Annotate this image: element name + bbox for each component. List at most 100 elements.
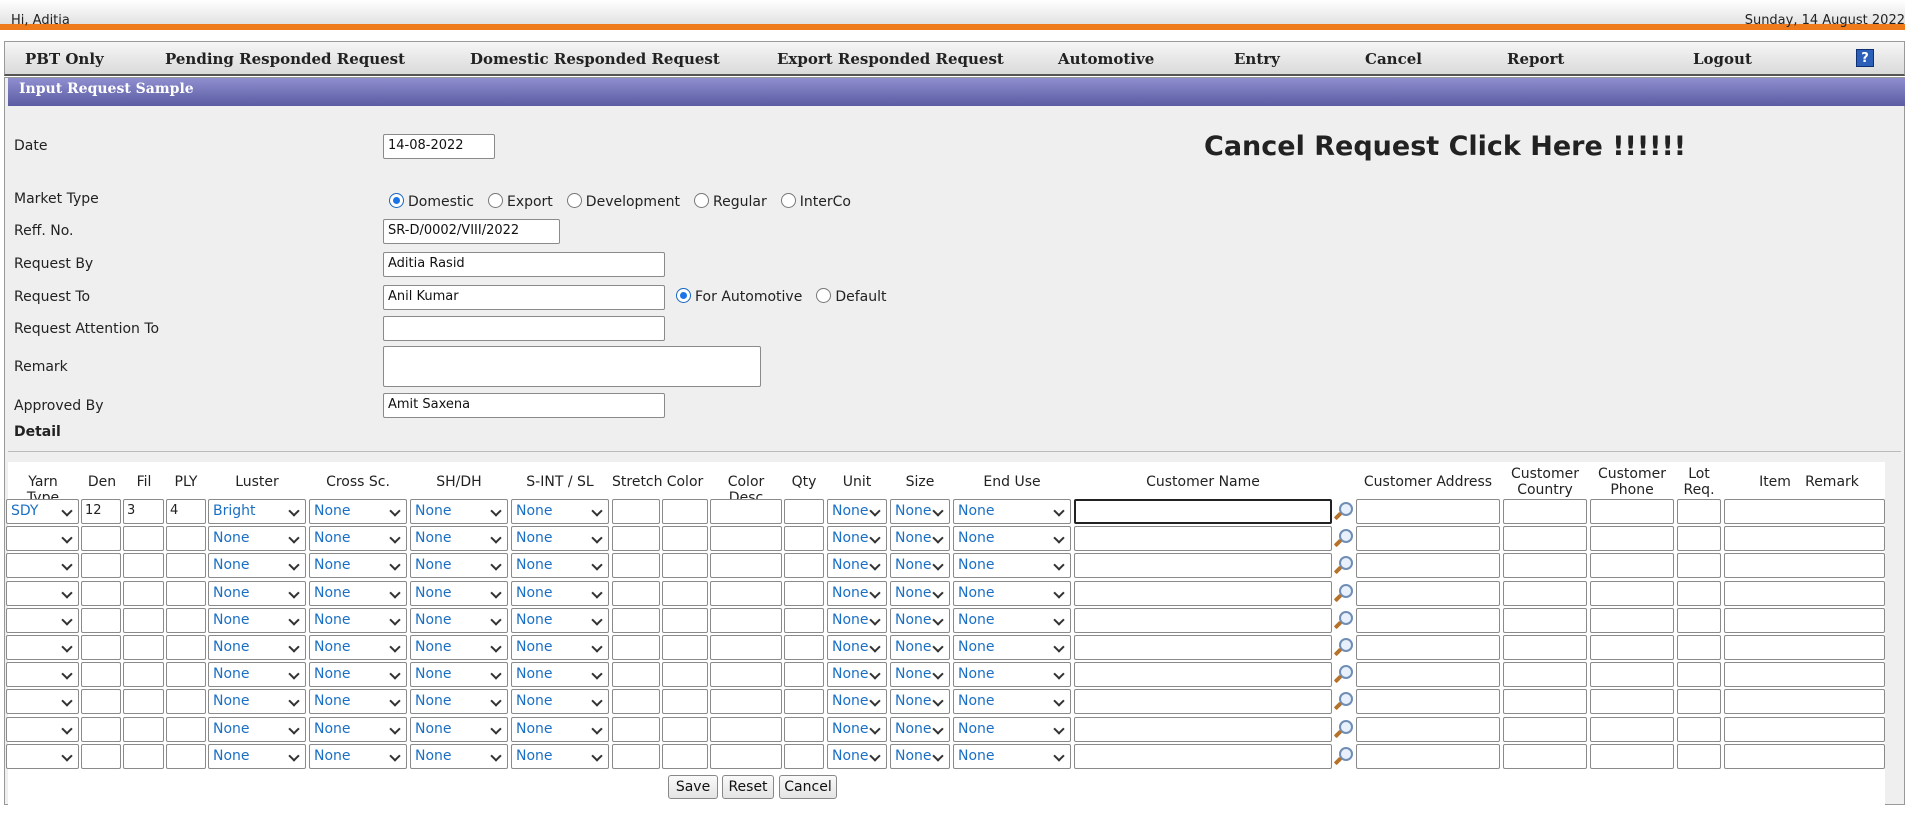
nav-domestic-responded[interactable]: Domestic Responded Request (470, 50, 720, 68)
customer-address-field[interactable] (1356, 526, 1500, 551)
stretch-field[interactable] (612, 553, 660, 578)
end-use-select[interactable]: None (953, 526, 1071, 551)
customer-country-field[interactable] (1503, 744, 1587, 769)
lot-req-field[interactable] (1677, 689, 1721, 714)
color-desc-field[interactable] (710, 499, 782, 524)
ply-field[interactable] (166, 635, 206, 660)
customer-phone-field[interactable] (1590, 526, 1674, 551)
ply-field[interactable] (166, 744, 206, 769)
item-remark-field[interactable] (1724, 689, 1885, 714)
item-remark-field[interactable] (1724, 553, 1885, 578)
radio-domestic[interactable] (389, 192, 404, 208)
item-remark-field[interactable] (1724, 717, 1885, 742)
ply-field[interactable] (166, 608, 206, 633)
stretch-field[interactable] (612, 689, 660, 714)
color-desc-field[interactable] (710, 662, 782, 687)
fil-field[interactable] (123, 526, 164, 551)
customer-country-field[interactable] (1503, 717, 1587, 742)
unit-select[interactable]: None (827, 717, 887, 742)
customer-name-field[interactable] (1074, 608, 1332, 633)
customer-name-field[interactable] (1074, 526, 1332, 551)
market-interco[interactable]: InterCo (780, 192, 851, 210)
remark-textarea[interactable] (383, 346, 761, 387)
cross-sc-select[interactable]: None (309, 744, 407, 769)
luster-select[interactable]: None (208, 717, 306, 742)
yarn-type-select[interactable] (6, 608, 79, 633)
end-use-select[interactable]: None (953, 744, 1071, 769)
market-regular[interactable]: Regular (694, 192, 767, 210)
customer-address-field[interactable] (1356, 499, 1500, 524)
customer-country-field[interactable] (1503, 581, 1587, 606)
customer-address-field[interactable] (1356, 635, 1500, 660)
radio-default[interactable] (816, 287, 832, 303)
unit-select[interactable]: None (827, 581, 887, 606)
yarn-type-select[interactable] (6, 553, 79, 578)
ply-field[interactable] (166, 717, 206, 742)
customer-phone-field[interactable] (1590, 635, 1674, 660)
color-desc-field[interactable] (710, 581, 782, 606)
den-field[interactable] (81, 553, 121, 578)
luster-select[interactable]: None (208, 581, 306, 606)
lot-req-field[interactable] (1677, 717, 1721, 742)
end-use-select[interactable]: None (953, 635, 1071, 660)
customer-address-field[interactable] (1356, 744, 1500, 769)
color-field[interactable] (662, 662, 708, 687)
customer-phone-field[interactable] (1590, 581, 1674, 606)
shdh-select[interactable]: None (410, 635, 508, 660)
den-field[interactable] (81, 744, 121, 769)
yarn-type-select[interactable] (6, 689, 79, 714)
radio-regular[interactable] (694, 192, 710, 208)
ply-field[interactable] (166, 553, 206, 578)
den-field[interactable] (81, 526, 121, 551)
shdh-select[interactable]: None (410, 581, 508, 606)
nav-entry[interactable]: Entry (1234, 50, 1280, 68)
yarn-type-select[interactable] (6, 581, 79, 606)
den-field[interactable] (81, 608, 121, 633)
customer-phone-field[interactable] (1590, 689, 1674, 714)
color-desc-field[interactable] (710, 744, 782, 769)
lot-req-field[interactable] (1677, 635, 1721, 660)
den-field[interactable] (81, 581, 121, 606)
sint-sl-select[interactable]: None (511, 608, 609, 633)
sint-sl-select[interactable]: None (511, 526, 609, 551)
yarn-type-select[interactable] (6, 744, 79, 769)
sint-sl-select[interactable]: None (511, 662, 609, 687)
den-field[interactable] (81, 689, 121, 714)
yarn-type-select[interactable] (6, 662, 79, 687)
luster-select[interactable]: None (208, 608, 306, 633)
cancel-request-link[interactable]: Cancel Request Click Here !!!!!! (1204, 131, 1686, 162)
item-remark-field[interactable] (1724, 608, 1885, 633)
end-use-select[interactable]: None (953, 581, 1071, 606)
customer-name-field[interactable] (1074, 689, 1332, 714)
search-icon[interactable] (1333, 746, 1353, 766)
end-use-select[interactable]: None (953, 608, 1071, 633)
color-field[interactable] (662, 689, 708, 714)
customer-country-field[interactable] (1503, 608, 1587, 633)
end-use-select[interactable]: None (953, 689, 1071, 714)
market-domestic[interactable]: Domestic (389, 192, 474, 210)
cross-sc-select[interactable]: None (309, 553, 407, 578)
customer-country-field[interactable] (1503, 635, 1587, 660)
size-select[interactable]: None (890, 744, 950, 769)
shdh-select[interactable]: None (410, 744, 508, 769)
item-remark-field[interactable] (1724, 499, 1885, 524)
cancel-button[interactable]: Cancel (779, 775, 837, 799)
luster-select[interactable]: None (208, 526, 306, 551)
attention-field[interactable] (383, 316, 665, 341)
date-field[interactable]: 14-08-2022 (383, 134, 495, 159)
qty-field[interactable] (784, 608, 824, 633)
save-button[interactable]: Save (668, 775, 718, 799)
shdh-select[interactable]: None (410, 689, 508, 714)
fil-field[interactable] (123, 553, 164, 578)
unit-select[interactable]: None (827, 744, 887, 769)
customer-address-field[interactable] (1356, 553, 1500, 578)
yarn-type-select[interactable]: SDY (6, 499, 79, 524)
fil-field[interactable] (123, 581, 164, 606)
stretch-field[interactable] (612, 635, 660, 660)
customer-name-field[interactable] (1074, 744, 1332, 769)
qty-field[interactable] (784, 717, 824, 742)
reset-button[interactable]: Reset (722, 775, 774, 799)
lot-req-field[interactable] (1677, 744, 1721, 769)
nav-report[interactable]: Report (1507, 50, 1564, 68)
den-field[interactable] (81, 662, 121, 687)
